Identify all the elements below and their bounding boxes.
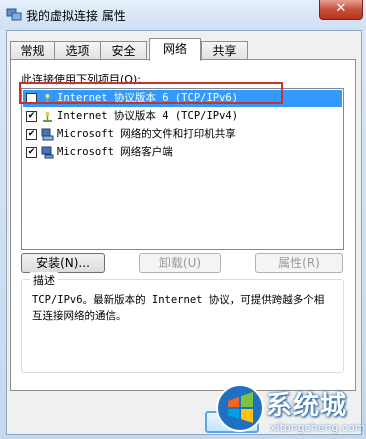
uninstall-button[interactable]: 卸载(U) xyxy=(139,253,221,273)
description-text: TCP/IPv6。最新版本的 Internet 协议，可提供跨越多个相互连接网络… xyxy=(32,294,325,322)
description-legend: 描述 xyxy=(30,272,58,288)
tab-label: 选项 xyxy=(65,44,90,58)
description-group: 描述 TCP/IPv6。最新版本的 Internet 协议，可提供跨越多个相互连… xyxy=(21,272,344,373)
networking-panel: 此连接使用下列项目(O): Internet 协议版本 6 (TCP/IPv6)… xyxy=(10,59,356,391)
properties-button[interactable]: 属性(R) xyxy=(255,253,343,273)
list-item-ipv6[interactable]: Internet 协议版本 6 (TCP/IPv6) xyxy=(23,90,342,107)
file-printer-share-icon xyxy=(41,128,54,141)
network-protocol-icon xyxy=(43,94,52,104)
client-checkbox[interactable]: ✔ xyxy=(26,147,37,158)
close-button[interactable]: ✕ xyxy=(319,0,363,20)
file-share-checkbox[interactable]: ✔ xyxy=(26,129,37,140)
ipv4-checkbox[interactable]: ✔ xyxy=(26,111,37,122)
xitongcheng-logo-icon xyxy=(216,384,264,432)
watermark-brand-en: xitongcheng.com xyxy=(270,421,366,434)
install-button[interactable]: 安装(N)... xyxy=(21,253,105,273)
title-bar[interactable]: 我的虚拟连接 属性 ✕ xyxy=(0,0,366,30)
tab-label: 共享 xyxy=(212,44,237,58)
list-item-ipv4[interactable]: ✔ Internet 协议版本 4 (TCP/IPv4) xyxy=(23,108,342,125)
tab-sharing[interactable]: 共享 xyxy=(201,41,248,60)
item-label: Internet 协议版本 4 (TCP/IPv4) xyxy=(57,110,239,122)
item-label: Microsoft 网络客户端 xyxy=(57,146,173,158)
item-label: Microsoft 网络的文件和打印机共享 xyxy=(57,128,236,140)
network-protocol-icon xyxy=(43,112,52,122)
tab-label: 安全 xyxy=(111,44,136,58)
tab-security[interactable]: 安全 xyxy=(100,41,147,60)
item-label: Internet 协议版本 6 (TCP/IPv6) xyxy=(57,92,239,104)
connection-items-list[interactable]: Internet 协议版本 6 (TCP/IPv6) ✔ Internet 协议… xyxy=(21,88,344,250)
close-icon: ✕ xyxy=(335,1,347,16)
network-client-icon xyxy=(41,146,54,159)
items-label: 此连接使用下列项目(O): xyxy=(21,73,141,86)
ipv6-checkbox[interactable] xyxy=(26,93,37,104)
connection-icon xyxy=(6,8,22,21)
list-item-file-printer-sharing[interactable]: ✔ Microsoft 网络的文件和打印机共享 xyxy=(23,126,342,143)
tab-general[interactable]: 常规 xyxy=(10,41,55,60)
tab-strip: 常规 选项 安全 网络 共享 xyxy=(10,38,355,61)
window-title: 我的虚拟连接 属性 xyxy=(26,9,126,23)
dialog-client: 常规 选项 安全 网络 共享 此连接使用下列项目(O): Internet 协议… xyxy=(6,30,362,435)
tab-label: 常规 xyxy=(20,44,45,58)
watermark-brand-cn: 系统城 xyxy=(266,391,348,421)
tab-label: 网络 xyxy=(162,42,187,56)
list-item-network-client[interactable]: ✔ Microsoft 网络客户端 xyxy=(23,144,342,161)
tab-options[interactable]: 选项 xyxy=(54,41,101,60)
tab-networking[interactable]: 网络 xyxy=(149,38,201,61)
dialog-frame: 我的虚拟连接 属性 ✕ 常规 选项 安全 网络 共享 此连接使用下列项目(O): xyxy=(0,0,366,439)
watermark: 系统城 xitongcheng.com xyxy=(214,381,366,439)
